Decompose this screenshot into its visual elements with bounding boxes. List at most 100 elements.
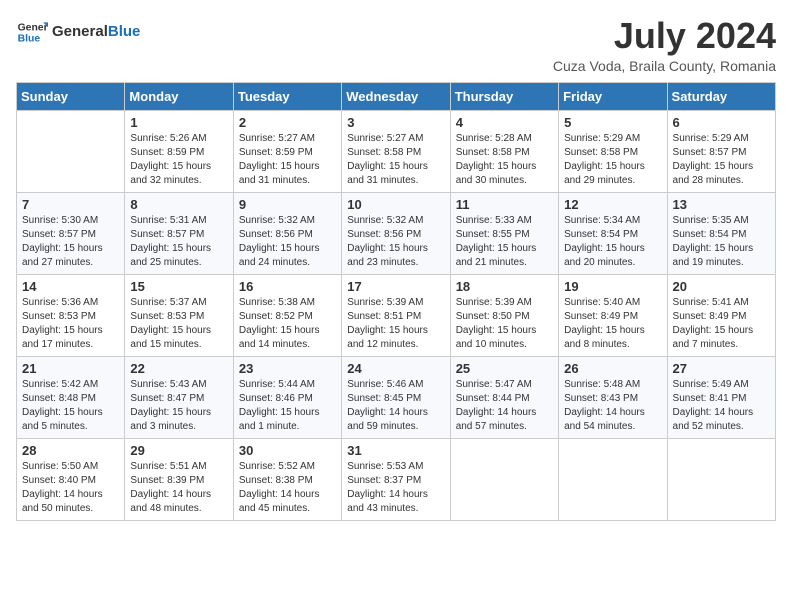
calendar-cell: 19 Sunrise: 5:40 AM Sunset: 8:49 PM Dayli… — [559, 274, 667, 356]
day-number: 27 — [673, 361, 770, 376]
logo-general-text: General — [52, 23, 108, 40]
calendar-cell: 26 Sunrise: 5:48 AM Sunset: 8:43 PM Dayli… — [559, 356, 667, 438]
day-number: 12 — [564, 197, 661, 212]
day-number: 28 — [22, 443, 119, 458]
calendar-cell: 17 Sunrise: 5:39 AM Sunset: 8:51 PM Dayli… — [342, 274, 450, 356]
day-info: Sunrise: 5:27 AM Sunset: 8:58 PM Dayligh… — [347, 132, 444, 188]
col-thursday: Thursday — [450, 82, 558, 110]
day-number: 11 — [456, 197, 553, 212]
day-info: Sunrise: 5:29 AM Sunset: 8:57 PM Dayligh… — [673, 132, 770, 188]
day-number: 1 — [130, 115, 227, 130]
day-info: Sunrise: 5:35 AM Sunset: 8:54 PM Dayligh… — [673, 214, 770, 270]
col-monday: Monday — [125, 82, 233, 110]
calendar-cell: 13 Sunrise: 5:35 AM Sunset: 8:54 PM Dayli… — [667, 192, 775, 274]
day-number: 15 — [130, 279, 227, 294]
day-number: 31 — [347, 443, 444, 458]
col-friday: Friday — [559, 82, 667, 110]
calendar-cell: 7 Sunrise: 5:30 AM Sunset: 8:57 PM Daylig… — [17, 192, 125, 274]
calendar-cell: 14Sunrise: 5:36 AM Sunset: 8:53 PM Dayli… — [17, 274, 125, 356]
day-info: Sunrise: 5:38 AM Sunset: 8:52 PM Dayligh… — [239, 296, 336, 352]
calendar-cell: 20 Sunrise: 5:41 AM Sunset: 8:49 PM Dayli… — [667, 274, 775, 356]
calendar-cell: 27 Sunrise: 5:49 AM Sunset: 8:41 PM Dayli… — [667, 356, 775, 438]
day-info: Sunrise: 5:48 AM Sunset: 8:43 PM Dayligh… — [564, 378, 661, 434]
calendar-cell: 8 Sunrise: 5:31 AM Sunset: 8:57 PM Daylig… — [125, 192, 233, 274]
calendar-header-row: Sunday Monday Tuesday Wednesday Thursday… — [17, 82, 776, 110]
day-info: Sunrise: 5:39 AM Sunset: 8:51 PM Dayligh… — [347, 296, 444, 352]
calendar-cell: 31 Sunrise: 5:53 AM Sunset: 8:37 PM Dayli… — [342, 438, 450, 520]
logo-icon: General Blue — [16, 16, 48, 48]
day-number: 6 — [673, 115, 770, 130]
calendar-cell — [667, 438, 775, 520]
day-info: Sunrise: 5:47 AM Sunset: 8:44 PM Dayligh… — [456, 378, 553, 434]
calendar-cell: 11 Sunrise: 5:33 AM Sunset: 8:55 PM Dayli… — [450, 192, 558, 274]
day-number: 5 — [564, 115, 661, 130]
day-info: Sunrise: 5:32 AM Sunset: 8:56 PM Dayligh… — [239, 214, 336, 270]
calendar-week-row: 14Sunrise: 5:36 AM Sunset: 8:53 PM Dayli… — [17, 274, 776, 356]
logo: General Blue GeneralBlue — [16, 16, 140, 48]
day-number: 19 — [564, 279, 661, 294]
day-info: Sunrise: 5:44 AM Sunset: 8:46 PM Dayligh… — [239, 378, 336, 434]
calendar-cell — [450, 438, 558, 520]
calendar-week-row: 7 Sunrise: 5:30 AM Sunset: 8:57 PM Daylig… — [17, 192, 776, 274]
day-info: Sunrise: 5:33 AM Sunset: 8:55 PM Dayligh… — [456, 214, 553, 270]
day-number: 29 — [130, 443, 227, 458]
calendar-week-row: 28 Sunrise: 5:50 AM Sunset: 8:40 PM Dayli… — [17, 438, 776, 520]
col-sunday: Sunday — [17, 82, 125, 110]
day-info: Sunrise: 5:31 AM Sunset: 8:57 PM Dayligh… — [130, 214, 227, 270]
day-info: Sunrise: 5:27 AM Sunset: 8:59 PM Dayligh… — [239, 132, 336, 188]
day-number: 7 — [22, 197, 119, 212]
day-info: Sunrise: 5:40 AM Sunset: 8:49 PM Dayligh… — [564, 296, 661, 352]
calendar-cell: 4Sunrise: 5:28 AM Sunset: 8:58 PM Daylig… — [450, 110, 558, 192]
day-info: Sunrise: 5:49 AM Sunset: 8:41 PM Dayligh… — [673, 378, 770, 434]
day-number: 13 — [673, 197, 770, 212]
calendar-cell: 22Sunrise: 5:43 AM Sunset: 8:47 PM Dayli… — [125, 356, 233, 438]
svg-text:General: General — [18, 22, 48, 33]
day-info: Sunrise: 5:39 AM Sunset: 8:50 PM Dayligh… — [456, 296, 553, 352]
day-info: Sunrise: 5:46 AM Sunset: 8:45 PM Dayligh… — [347, 378, 444, 434]
day-number: 3 — [347, 115, 444, 130]
day-info: Sunrise: 5:41 AM Sunset: 8:49 PM Dayligh… — [673, 296, 770, 352]
calendar-cell: 30 Sunrise: 5:52 AM Sunset: 8:38 PM Dayli… — [233, 438, 341, 520]
day-number: 18 — [456, 279, 553, 294]
day-number: 26 — [564, 361, 661, 376]
day-number: 23 — [239, 361, 336, 376]
calendar-cell: 18 Sunrise: 5:39 AM Sunset: 8:50 PM Dayli… — [450, 274, 558, 356]
day-info: Sunrise: 5:37 AM Sunset: 8:53 PM Dayligh… — [130, 296, 227, 352]
day-number: 20 — [673, 279, 770, 294]
calendar-week-row: 1Sunrise: 5:26 AM Sunset: 8:59 PM Daylig… — [17, 110, 776, 192]
day-info: Sunrise: 5:28 AM Sunset: 8:58 PM Dayligh… — [456, 132, 553, 188]
calendar-cell: 9Sunrise: 5:32 AM Sunset: 8:56 PM Daylig… — [233, 192, 341, 274]
day-number: 25 — [456, 361, 553, 376]
day-info: Sunrise: 5:50 AM Sunset: 8:40 PM Dayligh… — [22, 460, 119, 516]
day-info: Sunrise: 5:29 AM Sunset: 8:58 PM Dayligh… — [564, 132, 661, 188]
calendar-cell: 25 Sunrise: 5:47 AM Sunset: 8:44 PM Dayli… — [450, 356, 558, 438]
month-year-title: July 2024 — [553, 16, 776, 56]
location-text: Cuza Voda, Braila County, Romania — [553, 58, 776, 74]
day-number: 17 — [347, 279, 444, 294]
calendar-cell: 6 Sunrise: 5:29 AM Sunset: 8:57 PM Daylig… — [667, 110, 775, 192]
calendar-table: Sunday Monday Tuesday Wednesday Thursday… — [16, 82, 776, 521]
calendar-cell: 16 Sunrise: 5:38 AM Sunset: 8:52 PM Dayli… — [233, 274, 341, 356]
day-info: Sunrise: 5:42 AM Sunset: 8:48 PM Dayligh… — [22, 378, 119, 434]
day-number: 24 — [347, 361, 444, 376]
day-info: Sunrise: 5:51 AM Sunset: 8:39 PM Dayligh… — [130, 460, 227, 516]
day-number: 30 — [239, 443, 336, 458]
day-info: Sunrise: 5:32 AM Sunset: 8:56 PM Dayligh… — [347, 214, 444, 270]
day-number: 21 — [22, 361, 119, 376]
day-number: 8 — [130, 197, 227, 212]
col-tuesday: Tuesday — [233, 82, 341, 110]
day-info: Sunrise: 5:53 AM Sunset: 8:37 PM Dayligh… — [347, 460, 444, 516]
calendar-cell: 15 Sunrise: 5:37 AM Sunset: 8:53 PM Dayli… — [125, 274, 233, 356]
title-block: July 2024 Cuza Voda, Braila County, Roma… — [553, 16, 776, 74]
day-number: 16 — [239, 279, 336, 294]
day-info: Sunrise: 5:52 AM Sunset: 8:38 PM Dayligh… — [239, 460, 336, 516]
calendar-cell: 12Sunrise: 5:34 AM Sunset: 8:54 PM Dayli… — [559, 192, 667, 274]
col-wednesday: Wednesday — [342, 82, 450, 110]
calendar-cell: 2Sunrise: 5:27 AM Sunset: 8:59 PM Daylig… — [233, 110, 341, 192]
day-info: Sunrise: 5:36 AM Sunset: 8:53 PM Dayligh… — [22, 296, 119, 352]
calendar-cell: 1Sunrise: 5:26 AM Sunset: 8:59 PM Daylig… — [125, 110, 233, 192]
day-number: 22 — [130, 361, 227, 376]
col-saturday: Saturday — [667, 82, 775, 110]
logo-blue-text: Blue — [108, 23, 141, 40]
day-info: Sunrise: 5:30 AM Sunset: 8:57 PM Dayligh… — [22, 214, 119, 270]
